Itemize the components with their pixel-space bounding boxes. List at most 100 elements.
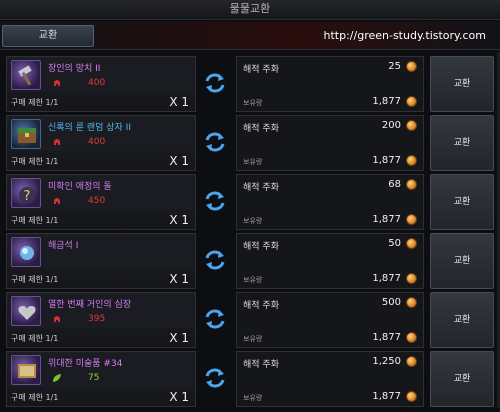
- price-panel: 해적 주화 50 보유량 1,877: [236, 233, 424, 289]
- coin-icon: [406, 155, 417, 166]
- hammer-icon: [11, 60, 41, 90]
- cost-value: 450: [88, 196, 106, 206]
- held-amount: 1,877: [372, 332, 401, 343]
- held-label: 보유량: [243, 217, 263, 225]
- item-name: 미확인 애정의 돌: [48, 182, 112, 192]
- price-amount: 68: [388, 179, 401, 190]
- cost-value: 395: [88, 314, 106, 324]
- crystal-stone-icon: [11, 237, 41, 267]
- item-name: 해금석 I: [48, 241, 79, 251]
- exchange-arrows-icon: [205, 368, 225, 388]
- cost-value: 75: [88, 373, 100, 383]
- exchange-button[interactable]: 교환: [430, 115, 494, 171]
- svg-text:?: ?: [24, 189, 31, 204]
- coin-icon: [406, 297, 417, 308]
- list-item: 장인의 망치 II 400 구매 제한 1/1 X 1 해적 주화 25 보유량…: [6, 56, 496, 112]
- held-amount: 1,877: [372, 214, 401, 225]
- quantity: X 1: [169, 95, 189, 109]
- tab-exchange[interactable]: 교환: [2, 25, 94, 47]
- held-label: 보유량: [243, 394, 263, 402]
- item-panel: 위대한 미술품 #34 75 구매 제한 1/1 X 1: [6, 351, 196, 407]
- item-name: 신록의 룬 랜덤 상자 II: [48, 123, 131, 133]
- item-panel: ? 미확인 애정의 돌 450 구매 제한 1/1 X 1: [6, 174, 196, 230]
- list-item: 해금석 I 구매 제한 1/1 X 1 해적 주화 50 보유량 1,877 교…: [6, 233, 496, 289]
- price-panel: 해적 주화 25 보유량 1,877: [236, 56, 424, 112]
- item-name: 열한 번째 거인의 심장: [48, 300, 132, 310]
- item-info: 장인의 망치 II 400: [8, 58, 194, 92]
- exchange-button[interactable]: 교환: [430, 292, 494, 348]
- held-label: 보유량: [243, 158, 263, 166]
- treasure-chest-icon: [11, 119, 41, 149]
- price-amount: 500: [381, 297, 401, 308]
- item-info: 위대한 미술품 #34 75: [8, 353, 194, 387]
- list-item: ? 미확인 애정의 돌 450 구매 제한 1/1 X 1 해적 주화 68 보…: [6, 174, 496, 230]
- item-info: 열한 번째 거인의 심장 395: [8, 294, 194, 328]
- coin-icon: [406, 273, 417, 284]
- exchange-arrows-icon: [205, 309, 225, 329]
- held-label: 보유량: [243, 99, 263, 107]
- item-panel: 해금석 I 구매 제한 1/1 X 1: [6, 233, 196, 289]
- item-name: 위대한 미술품 #34: [48, 359, 123, 369]
- currency-name: 해적 주화: [243, 65, 279, 75]
- coin-icon: [406, 179, 417, 190]
- quantity: X 1: [169, 272, 189, 286]
- held-label: 보유량: [243, 335, 263, 343]
- purchase-limit: 구매 제한 1/1: [11, 334, 59, 343]
- currency-name: 해적 주화: [243, 301, 279, 311]
- price-panel: 해적 주화 68 보유량 1,877: [236, 174, 424, 230]
- purchase-limit: 구매 제한 1/1: [11, 393, 59, 402]
- tab-bar: 교환 http://green-study.tistory.com: [0, 22, 500, 50]
- currency-name: 해적 주화: [243, 360, 279, 370]
- price-amount: 1,250: [372, 356, 401, 367]
- purchase-limit: 구매 제한 1/1: [11, 98, 59, 107]
- quantity: X 1: [169, 154, 189, 168]
- held-amount: 1,877: [372, 155, 401, 166]
- painting-icon: [11, 355, 41, 385]
- red-helmet-icon: [54, 80, 60, 86]
- exchange-button[interactable]: 교환: [430, 351, 494, 407]
- purchase-limit: 구매 제한 1/1: [11, 216, 59, 225]
- held-amount: 1,877: [372, 96, 401, 107]
- price-amount: 25: [388, 61, 401, 72]
- purchase-limit: 구매 제한 1/1: [11, 157, 59, 166]
- coin-icon: [406, 120, 417, 131]
- unknown-stone-icon: ?: [11, 178, 41, 208]
- price-panel: 해적 주화 200 보유량 1,877: [236, 115, 424, 171]
- coin-icon: [406, 356, 417, 367]
- exchange-arrows-icon: [205, 73, 225, 93]
- giant-heart-icon: [11, 296, 41, 326]
- item-panel: 신록의 룬 랜덤 상자 II 400 구매 제한 1/1 X 1: [6, 115, 196, 171]
- held-label: 보유량: [243, 276, 263, 284]
- cost-value: 400: [88, 78, 106, 88]
- exchange-button[interactable]: 교환: [430, 233, 494, 289]
- item-info: 해금석 I: [8, 235, 194, 269]
- exchange-arrows-icon: [205, 191, 225, 211]
- item-panel: 장인의 망치 II 400 구매 제한 1/1 X 1: [6, 56, 196, 112]
- item-info: ? 미확인 애정의 돌 450: [8, 176, 194, 210]
- price-panel: 해적 주화 1,250 보유량 1,877: [236, 351, 424, 407]
- coin-icon: [406, 214, 417, 225]
- coin-icon: [406, 96, 417, 107]
- quantity: X 1: [169, 390, 189, 404]
- list-item: 위대한 미술품 #34 75 구매 제한 1/1 X 1 해적 주화 1,250…: [6, 351, 496, 407]
- coin-icon: [406, 238, 417, 249]
- list-item: 신록의 룬 랜덤 상자 II 400 구매 제한 1/1 X 1 해적 주화 2…: [6, 115, 496, 171]
- red-helmet-icon: [54, 316, 60, 322]
- exchange-button[interactable]: 교환: [430, 174, 494, 230]
- watermark-url: http://green-study.tistory.com: [323, 29, 486, 42]
- currency-name: 해적 주화: [243, 242, 279, 252]
- exchange-arrows-icon: [205, 250, 225, 270]
- item-info: 신록의 룬 랜덤 상자 II 400: [8, 117, 194, 151]
- quantity: X 1: [169, 331, 189, 345]
- exchange-button[interactable]: 교환: [430, 56, 494, 112]
- price-panel: 해적 주화 500 보유량 1,877: [236, 292, 424, 348]
- green-leaf-icon: [53, 374, 61, 382]
- cost-value: 400: [88, 137, 106, 147]
- currency-name: 해적 주화: [243, 124, 279, 134]
- coin-icon: [406, 391, 417, 402]
- red-helmet-icon: [54, 139, 60, 145]
- exchange-arrows-icon: [205, 132, 225, 152]
- price-amount: 50: [388, 238, 401, 249]
- price-amount: 200: [381, 120, 401, 131]
- coin-icon: [406, 332, 417, 343]
